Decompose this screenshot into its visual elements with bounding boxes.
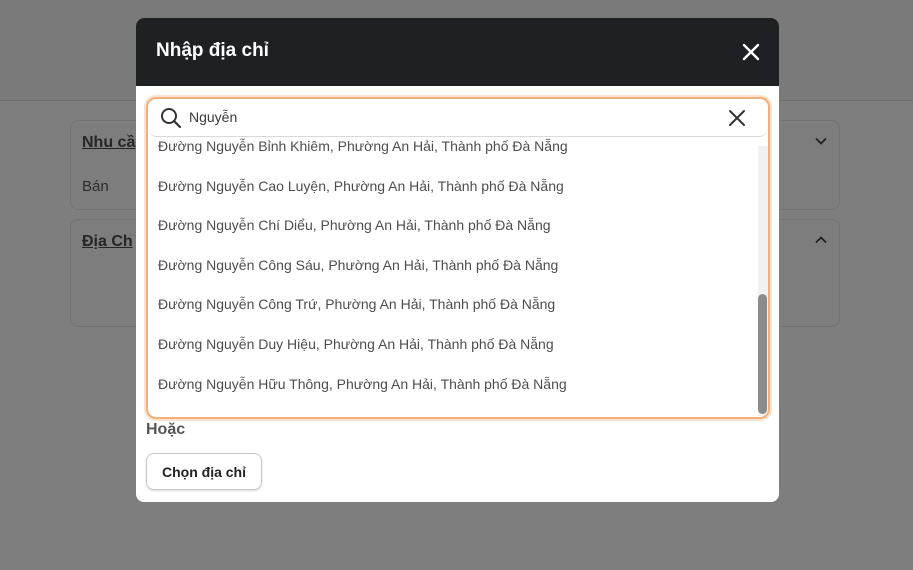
modal-header: Nhập địa chỉ [136,18,779,86]
address-suggestion-item[interactable]: Đường Nguyễn Chí Diểu, Phường An Hải, Th… [148,215,756,255]
scrollbar-thumb[interactable] [758,294,767,414]
address-suggestion-item[interactable]: Đường Nguyễn Bỉnh Khiêm, Phường An Hải, … [148,136,756,176]
choose-address-button[interactable]: Chọn địa chỉ [146,453,262,490]
search-row [148,99,768,137]
search-icon [161,108,182,129]
address-card-title: Địa Ch [82,233,133,250]
address-suggestion-item[interactable]: Đường Nguyễn Duy Hiệu, Phường An Hải, Th… [148,334,756,374]
address-suggestion-list: Đường Nguyễn Bỉnh Khiêm, Phường An Hải, … [148,137,756,417]
address-suggestion-item[interactable]: Đường Nguyễn Cao Luyện, Phường An Hải, T… [148,176,756,216]
address-suggestion-item[interactable]: Đường Nguyễn Công Trứ, Phường An Hải, Th… [148,294,756,334]
address-search-input[interactable] [189,106,709,128]
demand-card-title: Nhu cầ [82,134,136,151]
chevron-down-icon [815,137,827,145]
modal-title: Nhập địa chỉ [156,40,269,61]
or-label: Hoặc [146,421,186,438]
address-modal: Nhập địa chỉ Đường Nguyễn Bỉnh Khiêm, Ph… [136,18,779,502]
demand-card-value: Bán [82,178,109,195]
chevron-up-icon [815,236,827,244]
close-icon[interactable] [739,40,763,64]
address-suggestion-item[interactable]: Đường Nguyễn Công Sáu, Phường An Hải, Th… [148,255,756,295]
clear-icon[interactable] [728,109,746,127]
address-suggestion-item[interactable]: Đường Nguyễn Hữu Thông, Phường An Hải, T… [148,374,756,414]
address-search-box: Đường Nguyễn Bỉnh Khiêm, Phường An Hải, … [146,97,770,419]
